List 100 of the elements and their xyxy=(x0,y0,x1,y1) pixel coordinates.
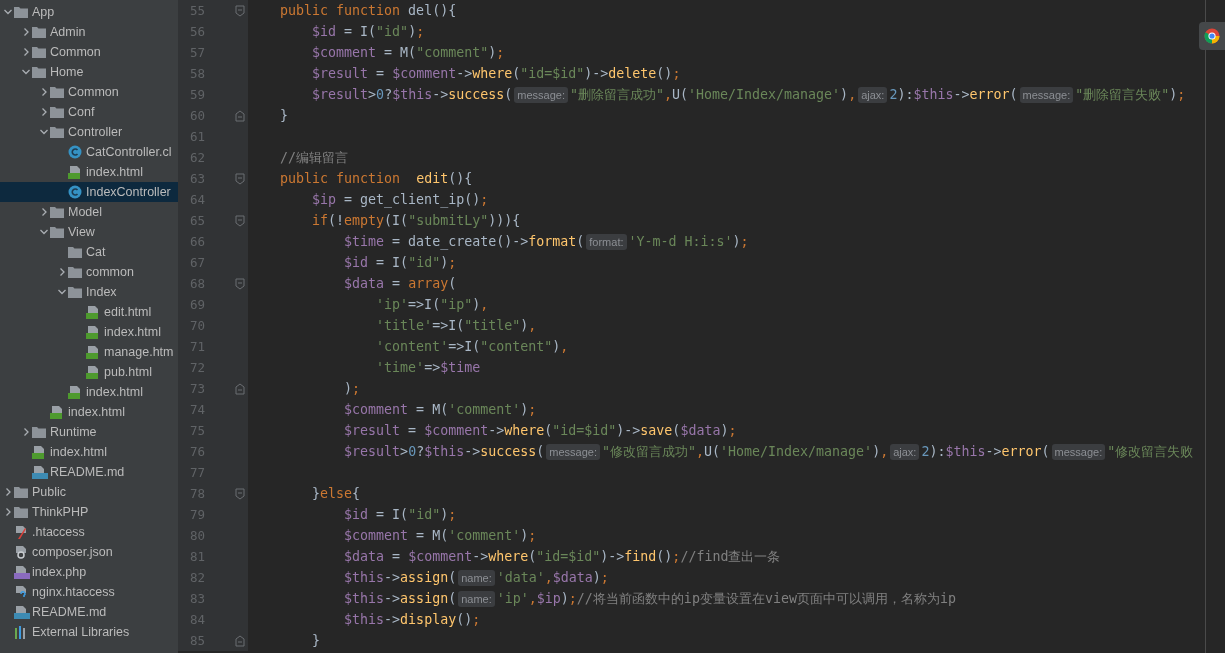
tree-item[interactable]: composer.json xyxy=(0,542,178,562)
code-line: $this->assign( name: 'ip',$ip);//将当前函数中的ip变量设置在view页面中可以调用，名称为ip xyxy=(343,589,956,608)
tree-item[interactable]: Index xyxy=(0,282,178,302)
code-line: } xyxy=(311,633,321,648)
tree-item[interactable]: Conf xyxy=(0,102,178,122)
tree-item[interactable]: Admin xyxy=(0,22,178,42)
code-line: $result>0?$this->success( message: "删除留言成功",U('Home/Index/manage'), ajax: 2):$this->error( message: "删除留言失败"); xyxy=(311,85,1186,104)
fold-icon[interactable] xyxy=(235,172,245,185)
fold-icon[interactable] xyxy=(235,109,245,122)
tree-item[interactable]: Cat xyxy=(0,242,178,262)
file-icon xyxy=(68,385,82,399)
folder-icon xyxy=(14,486,28,498)
tree-item[interactable]: Public xyxy=(0,482,178,502)
tree-item[interactable]: Runtime xyxy=(0,422,178,442)
code-line: $ip = get_client_ip(); xyxy=(311,192,489,207)
tree-item[interactable]: nginx.htaccess xyxy=(0,582,178,602)
tree-item[interactable]: Controller xyxy=(0,122,178,142)
folder-icon xyxy=(32,66,46,78)
code-line: } xyxy=(279,108,289,123)
code-line: public function del(){ xyxy=(279,3,457,18)
code-line: 'time'=>$time xyxy=(375,360,481,375)
folder-icon xyxy=(50,226,64,238)
code-line: $comment = M("comment"); xyxy=(311,45,505,60)
fold-icon[interactable] xyxy=(235,214,245,227)
fold-icon[interactable] xyxy=(235,487,245,500)
code-line: //编辑留言 xyxy=(279,148,349,167)
tree-item[interactable]: index.html xyxy=(0,322,178,342)
file-icon xyxy=(32,445,46,459)
tree-item[interactable]: ThinkPHP xyxy=(0,502,178,522)
folder-icon xyxy=(50,126,64,138)
folder-icon xyxy=(50,86,64,98)
code-line: $this->display(); xyxy=(343,612,481,627)
tree-item[interactable]: index.html xyxy=(0,402,178,422)
tree-item[interactable]: Common xyxy=(0,42,178,62)
code-line: $this->assign( name: 'data',$data); xyxy=(343,570,609,585)
tree-item[interactable]: Common xyxy=(0,82,178,102)
tree-item[interactable]: common xyxy=(0,262,178,282)
fold-icon[interactable] xyxy=(235,634,245,647)
file-icon xyxy=(68,165,82,179)
tree-item[interactable]: CatController.cl xyxy=(0,142,178,162)
code-line: 'content'=>I("content"), xyxy=(375,339,569,354)
tree-item[interactable]: README.md xyxy=(0,462,178,482)
file-icon xyxy=(32,465,48,479)
tree-item[interactable]: index.php xyxy=(0,562,178,582)
tree-item[interactable]: .htaccess xyxy=(0,522,178,542)
browser-icon[interactable] xyxy=(1199,22,1225,50)
file-icon xyxy=(14,585,28,599)
tree-item[interactable]: index.html xyxy=(0,162,178,182)
tree-item[interactable]: View xyxy=(0,222,178,242)
fold-icon[interactable] xyxy=(235,4,245,17)
tree-item[interactable]: External Libraries xyxy=(0,622,178,642)
tree-item[interactable]: README.md xyxy=(0,602,178,622)
feather-icon xyxy=(14,525,28,539)
file-icon xyxy=(50,405,64,419)
file-icon xyxy=(86,365,100,379)
class-icon xyxy=(68,145,82,159)
code-line: $time = date_create()->format( format: 'Y-m-d H:i:s'); xyxy=(343,234,749,249)
tree-item[interactable]: IndexController xyxy=(0,182,178,202)
tree-item[interactable]: Model xyxy=(0,202,178,222)
code-line: $comment = M('comment'); xyxy=(343,528,537,543)
file-icon xyxy=(86,305,100,319)
code-line: public function edit(){ xyxy=(279,171,473,186)
folder-icon xyxy=(14,6,28,18)
code-line: 'title'=>I("title"), xyxy=(375,318,537,333)
code-line: }else{ xyxy=(311,486,361,501)
code-line: $comment = M('comment'); xyxy=(343,402,537,417)
folder-icon xyxy=(50,206,64,218)
folder-icon xyxy=(14,506,28,518)
code-line: if(!empty(I("submitLy"))){ xyxy=(311,213,521,228)
chevron-icon[interactable] xyxy=(2,7,13,17)
code-line: $id = I("id"); xyxy=(343,507,457,522)
file-icon xyxy=(14,545,28,559)
code-line: $id = I("id"); xyxy=(343,255,457,270)
tree-item[interactable]: manage.htm xyxy=(0,342,178,362)
tree-item[interactable]: edit.html xyxy=(0,302,178,322)
code-line: ); xyxy=(343,381,361,396)
chevron-icon[interactable] xyxy=(38,127,49,137)
fold-icon[interactable] xyxy=(235,382,245,395)
class-icon xyxy=(68,185,82,199)
tree-item[interactable]: App xyxy=(0,2,178,22)
tree-item[interactable]: index.html xyxy=(0,442,178,462)
chevron-icon[interactable] xyxy=(56,287,67,297)
file-icon xyxy=(86,345,100,359)
code-line: $result = $comment->where("id=$id")->save($data); xyxy=(343,423,737,438)
code-line: $data = array( xyxy=(343,276,457,291)
file-icon xyxy=(14,605,30,619)
folder-icon xyxy=(32,46,46,58)
tree-item[interactable]: Home xyxy=(0,62,178,82)
tree-item[interactable]: index.html xyxy=(0,382,178,402)
folder-icon xyxy=(68,286,82,298)
tree-item[interactable]: pub.html xyxy=(0,362,178,382)
folder-icon xyxy=(68,246,82,258)
file-icon xyxy=(14,565,30,579)
code-line: $result = $comment->where("id=$id")->delete(); xyxy=(311,66,681,81)
folder-icon xyxy=(32,426,46,438)
fold-icon[interactable] xyxy=(235,277,245,290)
code-line: $result>0?$this->success( message: "修改留言成功",U('Home/Index/manage'), ajax: 2):$this->error( message: "修改留言失败 xyxy=(343,442,1194,461)
folder-icon xyxy=(32,26,46,38)
chevron-icon[interactable] xyxy=(38,227,49,237)
chevron-icon[interactable] xyxy=(20,67,31,77)
